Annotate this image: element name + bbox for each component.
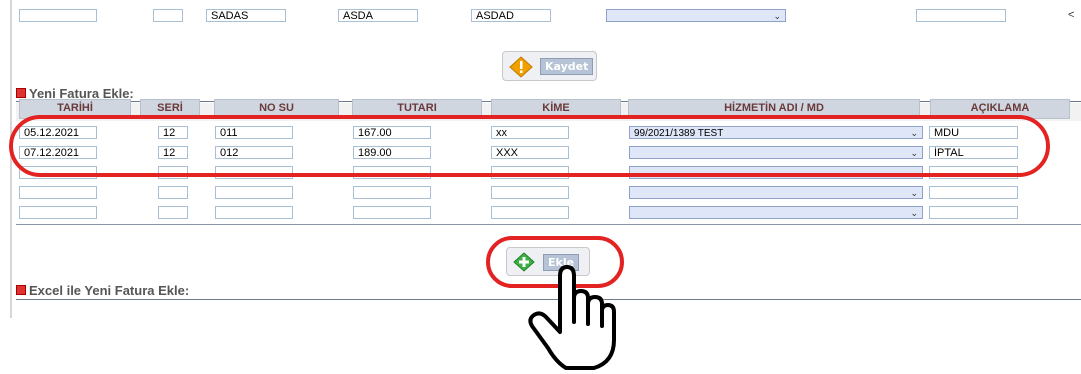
description-input[interactable] xyxy=(929,206,1018,219)
chevron-down-icon: ⌄ xyxy=(773,11,781,21)
chevron-down-icon: ⌄ xyxy=(910,208,918,218)
top-select[interactable]: ⌄ xyxy=(606,9,786,22)
chevron-down-icon: ⌄ xyxy=(910,188,918,198)
recipient-input[interactable] xyxy=(491,186,569,199)
service-select[interactable]: ⌄ xyxy=(629,206,923,219)
section-bullet-icon xyxy=(16,285,26,295)
top-input-5[interactable]: ASDAD xyxy=(471,9,551,22)
excel-import-title-text: Excel ile Yeni Fatura Ekle: xyxy=(29,283,190,298)
date-input[interactable] xyxy=(19,186,97,199)
series-input[interactable] xyxy=(158,206,188,219)
save-button-label: Kaydet xyxy=(540,58,594,75)
save-button[interactable]: Kaydet xyxy=(502,51,597,81)
recipient-input[interactable] xyxy=(491,206,569,219)
amount-input[interactable] xyxy=(353,206,431,219)
scroll-left-arrow-icon[interactable]: < xyxy=(1068,9,1074,21)
top-input-2[interactable] xyxy=(153,9,183,22)
warning-diamond-icon xyxy=(509,56,533,78)
description-input[interactable] xyxy=(929,186,1018,199)
number-input[interactable] xyxy=(215,206,293,219)
top-input-7[interactable] xyxy=(916,9,1006,22)
number-input[interactable] xyxy=(215,186,293,199)
amount-input[interactable] xyxy=(353,186,431,199)
section-bullet-icon xyxy=(16,88,26,98)
table-bottom-divider xyxy=(16,224,1081,225)
excel-import-title: Excel ile Yeni Fatura Ekle: xyxy=(16,283,189,298)
series-input[interactable] xyxy=(158,186,188,199)
rows-highlight xyxy=(9,115,1050,177)
top-input-1[interactable] xyxy=(19,9,97,22)
top-input-3[interactable]: SADAS xyxy=(206,9,286,22)
hand-pointer-icon xyxy=(528,265,616,370)
service-select[interactable]: ⌄ xyxy=(629,186,923,199)
date-input[interactable] xyxy=(19,206,97,219)
top-input-4[interactable]: ASDA xyxy=(338,9,418,22)
